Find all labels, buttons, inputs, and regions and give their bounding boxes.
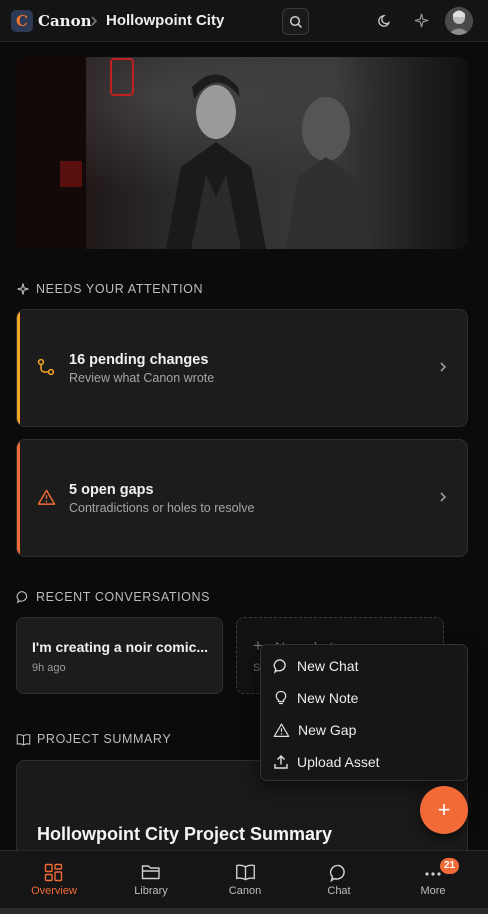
upload-icon <box>274 755 288 769</box>
accent-bar <box>17 440 20 556</box>
warning-icon <box>37 489 56 505</box>
bottom-nav: Overview Library Canon Chat 21 More <box>0 850 488 908</box>
search-icon <box>289 15 303 29</box>
chat-bubble-icon <box>273 659 286 674</box>
warning-icon <box>273 723 290 737</box>
card-subtitle: Contradictions or holes to resolve <box>69 501 255 515</box>
pending-changes-card[interactable]: 16 pending changes Review what Canon wro… <box>16 309 468 427</box>
card-title: 5 open gaps <box>69 482 154 498</box>
conversation-time: 9h ago <box>32 662 66 674</box>
sparkle-icon <box>414 13 429 28</box>
moon-icon <box>378 14 391 27</box>
folder-icon <box>141 865 160 880</box>
conversation-card[interactable]: I'm creating a noir comic... 9h ago <box>16 617 223 694</box>
hero-image <box>16 57 468 249</box>
section-attention-label: NEEDS YOUR ATTENTION <box>16 282 203 296</box>
conversation-title: I'm creating a noir comic... <box>32 639 209 655</box>
book-icon <box>16 733 31 746</box>
nav-item-library[interactable]: Library <box>103 851 199 909</box>
app-logo[interactable]: C <box>11 10 33 32</box>
git-branch-icon <box>37 358 55 376</box>
avatar[interactable] <box>445 7 473 35</box>
notification-badge: 21 <box>440 858 460 874</box>
search-button[interactable] <box>282 8 309 35</box>
bottom-strip <box>0 908 488 914</box>
book-icon <box>236 864 255 881</box>
top-bar: C Canon Hollowpoint City <box>0 0 488 42</box>
summary-title: Hollowpoint City Project Summary <box>37 824 333 844</box>
open-gaps-card[interactable]: 5 open gaps Contradictions or holes to r… <box>16 439 468 557</box>
menu-item-upload-asset[interactable]: Upload Asset <box>261 746 467 778</box>
lightbulb-icon <box>275 690 287 705</box>
chevron-right-icon <box>440 362 447 372</box>
card-subtitle: Review what Canon wrote <box>69 371 215 385</box>
add-fab-button[interactable]: + <box>420 786 468 834</box>
section-summary-label: PROJECT SUMMARY <box>16 732 171 746</box>
menu-item-new-chat[interactable]: New Chat <box>261 650 467 682</box>
quick-actions-menu: New Chat New Note New Gap Upload Asset <box>260 644 468 781</box>
accent-bar <box>17 310 20 426</box>
section-conversations-label: RECENT CONVERSATIONS <box>16 590 210 604</box>
grid-icon <box>44 863 63 882</box>
chat-bubble-icon <box>16 591 28 604</box>
nav-item-chat[interactable]: Chat <box>291 851 387 909</box>
nav-item-overview[interactable]: Overview <box>6 851 102 909</box>
ai-button[interactable] <box>413 12 430 34</box>
card-title: 16 pending changes <box>69 352 209 368</box>
chevron-right-icon <box>440 492 447 502</box>
breadcrumb-project[interactable]: Hollowpoint City <box>106 12 224 29</box>
theme-toggle-button[interactable] <box>378 13 393 33</box>
chevron-right-icon <box>89 14 99 32</box>
menu-item-new-gap[interactable]: New Gap <box>261 714 467 746</box>
sparkle-icon <box>17 283 29 295</box>
nav-item-more[interactable]: 21 More <box>385 851 481 909</box>
app-name[interactable]: Canon <box>38 12 91 30</box>
nav-item-canon[interactable]: Canon <box>197 851 293 909</box>
chat-bubble-icon <box>329 864 345 883</box>
menu-item-new-note[interactable]: New Note <box>261 682 467 714</box>
